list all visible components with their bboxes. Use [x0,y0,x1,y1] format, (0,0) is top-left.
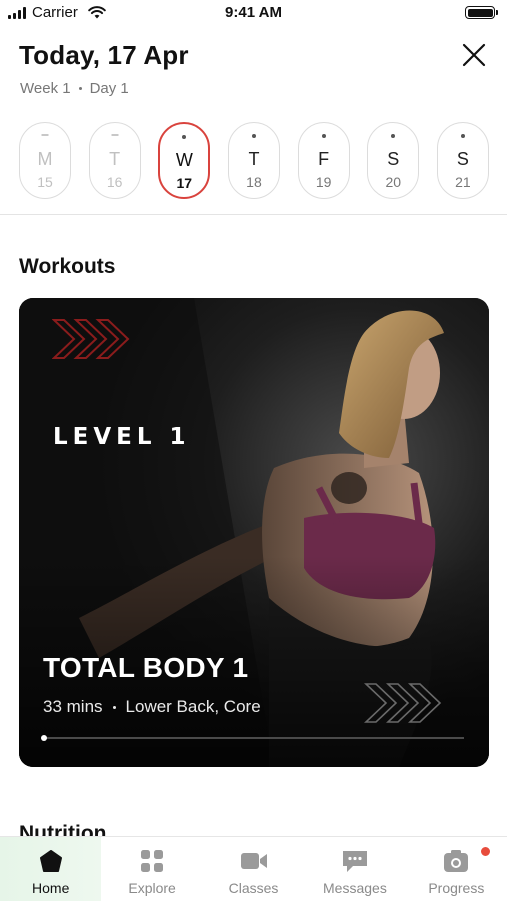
day-number: 16 [106,174,123,190]
workout-card[interactable]: LEVEL 1 TOTAL BODY 1 33 mins Lower Back,… [19,298,489,767]
program-progress: Week 1 Day 1 [20,80,129,97]
scheduled-dot-indicator [460,134,465,138]
scheduled-dot-indicator [182,135,187,139]
day-letter: F [318,149,330,169]
home-icon [39,850,62,872]
day-letter: W [175,150,193,170]
day-letter: S [387,149,400,169]
workout-meta: 33 mins Lower Back, Core [43,697,261,717]
completed-dash-indicator [111,134,119,136]
battery-icon [465,6,498,19]
tab-messages[interactable]: Messages [304,837,405,901]
tab-progress[interactable]: Progress [406,837,507,901]
day-pill[interactable]: T 18 [227,122,280,199]
separator-dot [112,705,116,709]
close-icon[interactable] [461,42,487,68]
day-letter: M [37,149,53,169]
scheduled-dot-indicator [251,134,256,138]
chevrons-icon [52,319,130,359]
day-number: 17 [176,175,193,191]
tab-label: Explore [128,880,176,896]
explore-grid-icon [141,850,164,872]
workout-title: TOTAL BODY 1 [43,652,249,683]
tab-explore[interactable]: Explore [101,837,202,901]
tab-label: Home [32,880,70,896]
day-pill[interactable]: F 19 [297,122,350,199]
status-time: 9:41 AM [225,4,282,21]
day-number: 15 [37,174,53,190]
tab-label: Messages [323,880,387,896]
day-number: 21 [455,174,471,190]
chevrons-icon [364,683,442,723]
day-pill[interactable]: W 17 [158,122,211,199]
tab-bar: Home Explore Classes Messages Progress [0,836,507,901]
day-letter: T [109,149,121,169]
day-number: 20 [385,174,402,190]
workout-focus: Lower Back, Core [125,697,261,716]
completed-dash-indicator [41,134,49,136]
page-title: Today, 17 Apr [19,40,189,70]
divider [0,214,507,215]
scheduled-dot-indicator [391,134,396,138]
day-label: Day 1 [89,80,129,97]
day-letter: T [248,149,260,169]
tab-classes[interactable]: Classes [203,837,304,901]
workout-progress-bar [41,735,464,741]
chat-bubble-icon [342,851,367,872]
progress-knob [41,735,47,741]
workouts-heading: Workouts [19,255,116,278]
separator-dot [78,87,82,90]
day-pill[interactable]: S 20 [367,122,420,199]
day-letter: S [456,149,469,169]
tab-home[interactable]: Home [0,837,102,901]
day-number: 19 [315,174,332,190]
scheduled-dot-indicator [321,134,326,138]
notification-badge [480,846,492,857]
workout-duration: 33 mins [43,697,103,716]
level-label: LEVEL 1 [53,424,191,450]
day-selector: M 15 T 16 W 17 T 18 F 19 S 20 S 21 [19,122,489,199]
tab-label: Classes [228,880,279,896]
camera-icon [444,850,469,872]
day-pill[interactable]: T 16 [88,122,141,199]
day-pill[interactable]: M 15 [19,122,71,199]
day-number: 18 [246,174,262,190]
tab-label: Progress [428,880,485,896]
week-label: Week 1 [20,80,71,97]
video-camera-icon [240,853,267,869]
status-bar: Carrier 9:41 AM [0,0,507,28]
day-pill[interactable]: S 21 [436,122,489,199]
